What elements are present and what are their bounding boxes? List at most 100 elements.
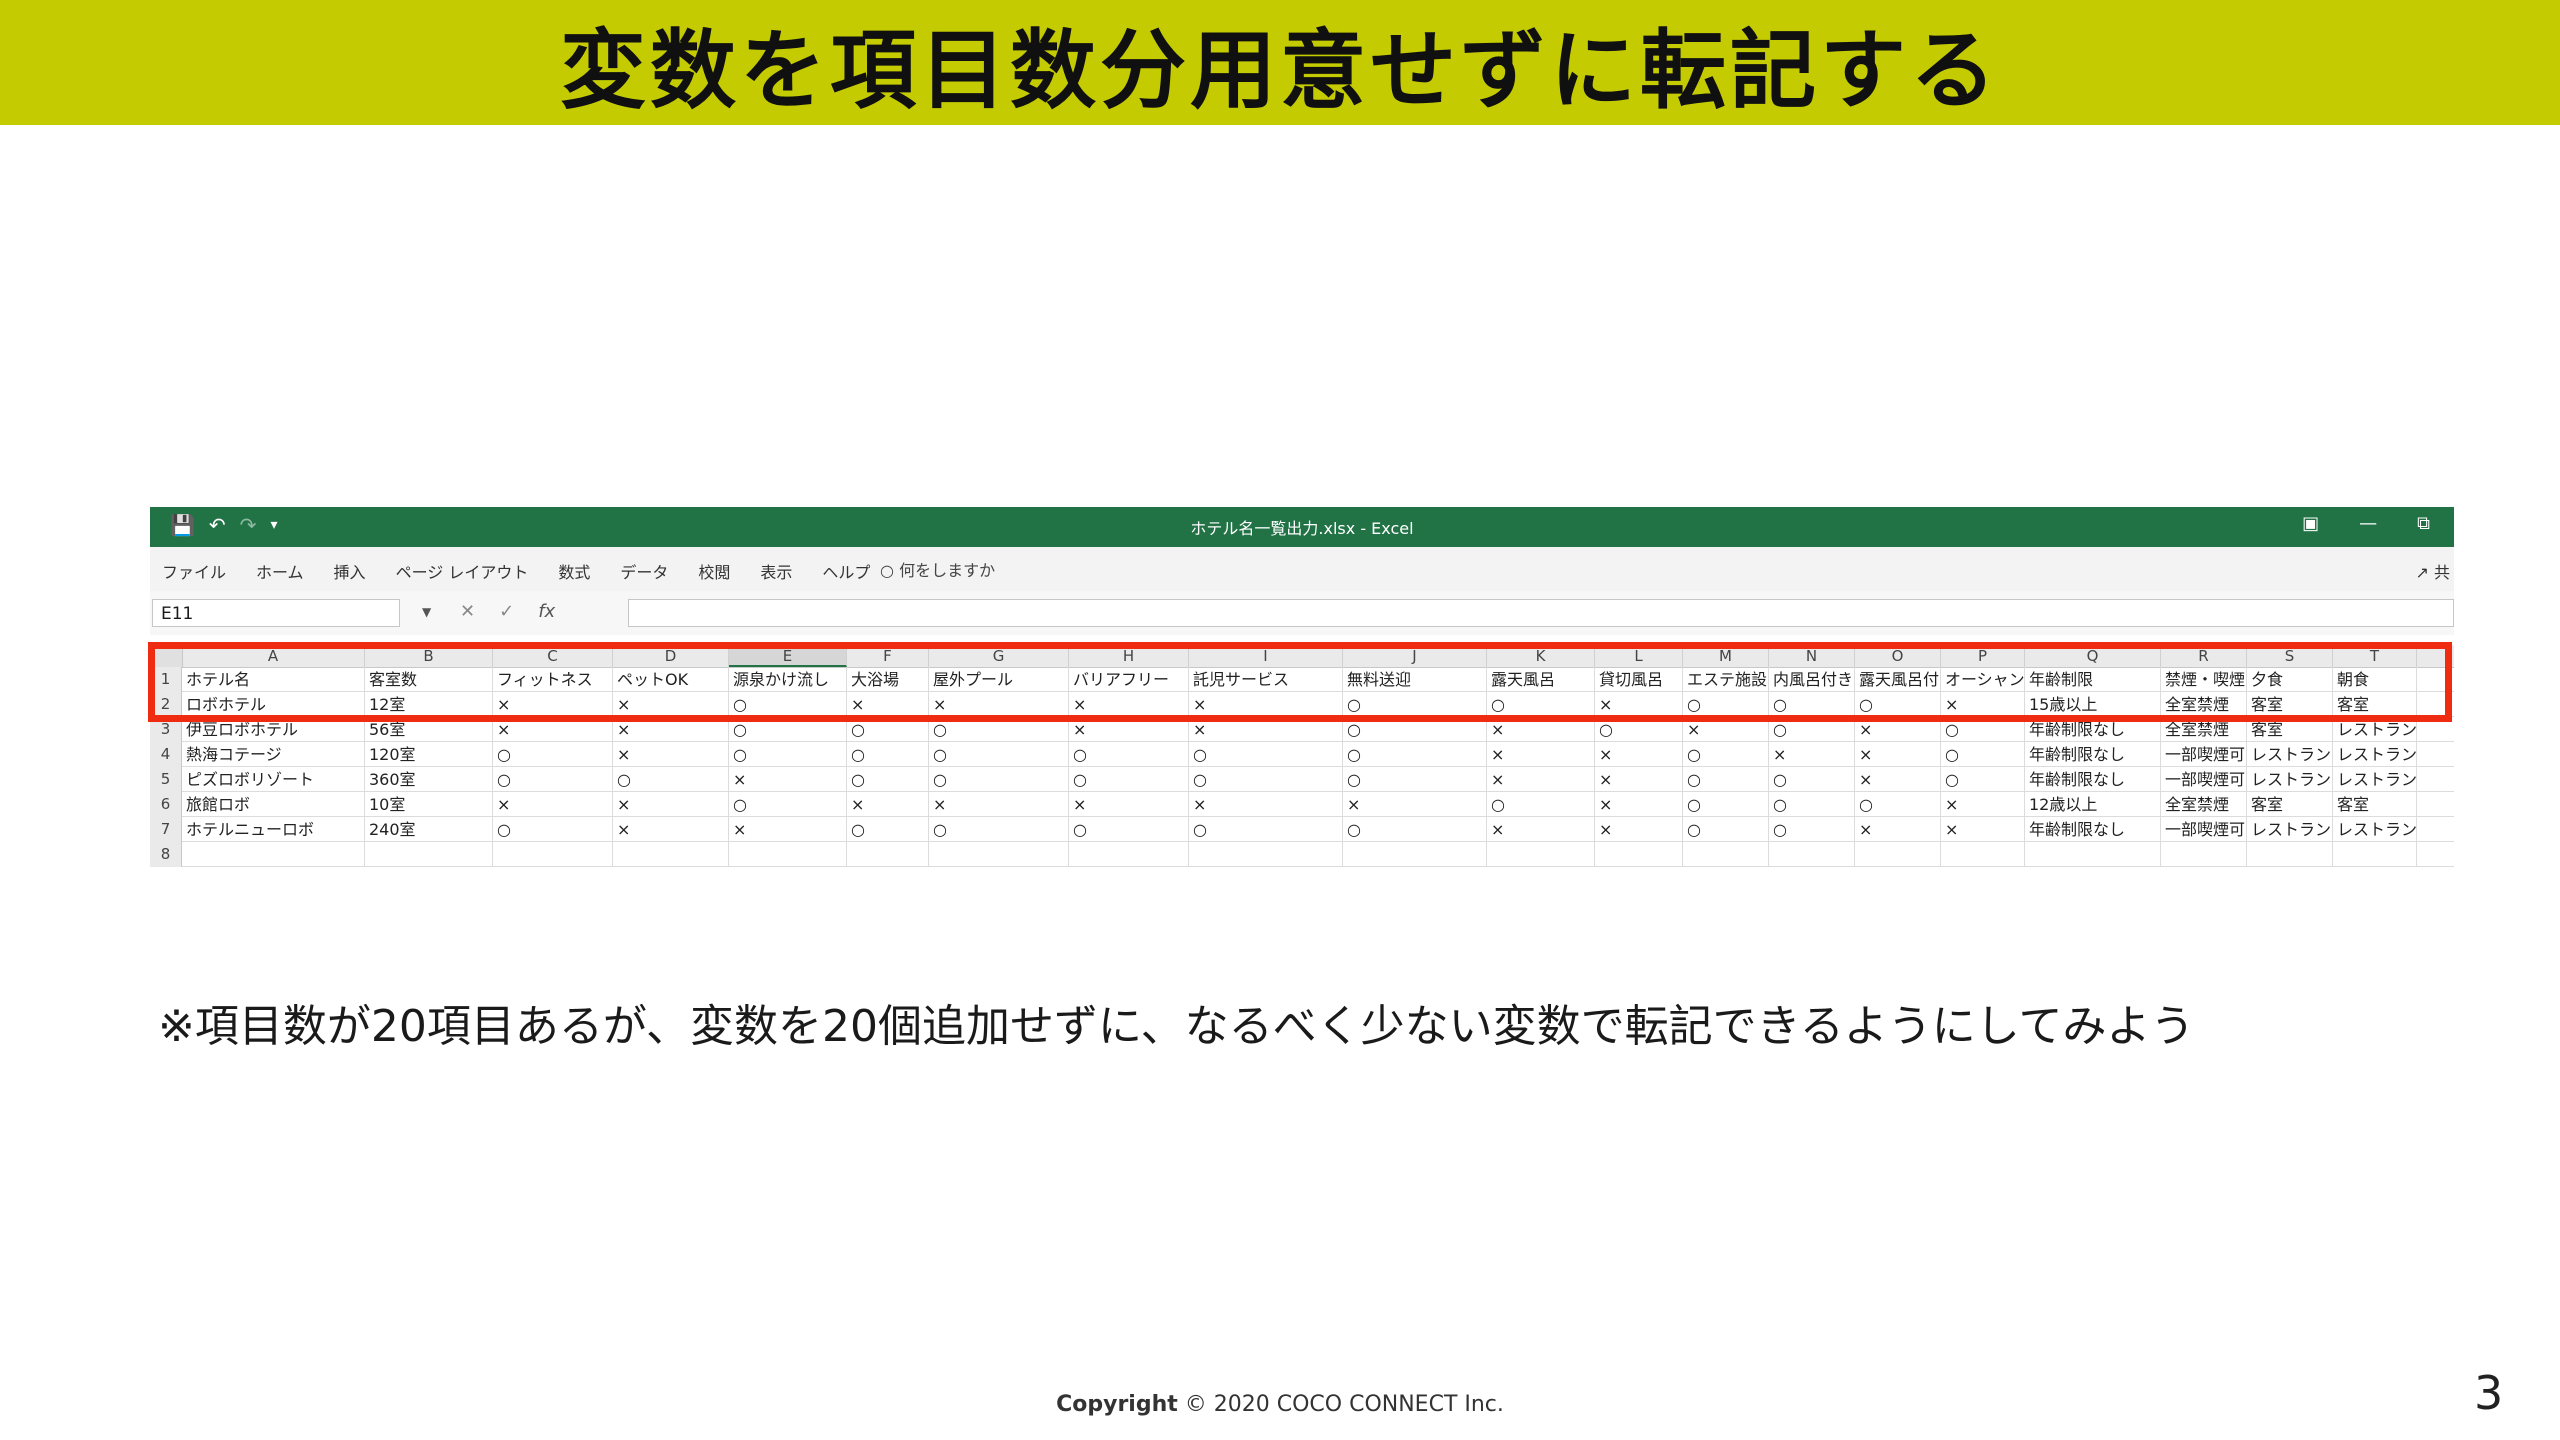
cell[interactable]: ○ — [847, 767, 929, 792]
row-number[interactable]: 5 — [150, 767, 182, 792]
ribbon-tab[interactable]: 挿入 — [334, 559, 366, 583]
cell[interactable]: 年齢制限なし — [2025, 742, 2161, 767]
cell[interactable]: ○ — [1683, 792, 1769, 817]
cell[interactable]: 一部喫煙可 — [2161, 742, 2247, 767]
cell[interactable] — [1595, 842, 1683, 867]
cell[interactable]: ○ — [1769, 817, 1855, 842]
ribbon-tab[interactable]: 表示 — [760, 559, 792, 583]
cell[interactable] — [2161, 842, 2247, 867]
cell[interactable] — [2247, 842, 2333, 867]
cell[interactable] — [1343, 842, 1487, 867]
cell[interactable]: ○ — [1343, 817, 1487, 842]
cell[interactable]: × — [1487, 742, 1595, 767]
ribbon-tab[interactable]: データ — [620, 559, 668, 583]
cell[interactable]: ○ — [1683, 817, 1769, 842]
cell[interactable] — [847, 842, 929, 867]
ribbon-tab[interactable]: ヘルプ — [822, 559, 870, 583]
cell[interactable]: ○ — [613, 767, 729, 792]
cell[interactable] — [1487, 842, 1595, 867]
cell[interactable]: 10室 — [365, 792, 493, 817]
ribbon-tab[interactable]: ホーム — [256, 559, 304, 583]
cell[interactable] — [613, 842, 729, 867]
cell[interactable] — [365, 842, 493, 867]
cell[interactable]: 熱海コテージ — [182, 742, 365, 767]
cell[interactable]: 12歳以上 — [2025, 792, 2161, 817]
cell[interactable] — [1069, 842, 1189, 867]
enter-icon[interactable]: ✓ — [499, 601, 514, 622]
name-box-dropdown-icon[interactable]: ▼ — [422, 605, 431, 619]
share-button[interactable]: ↗ 共 — [2415, 559, 2450, 583]
cell[interactable] — [929, 842, 1069, 867]
cell[interactable]: ○ — [1069, 742, 1189, 767]
cell[interactable] — [1941, 842, 2025, 867]
cell[interactable]: × — [1595, 792, 1683, 817]
cell[interactable]: × — [1487, 817, 1595, 842]
cell[interactable]: × — [613, 792, 729, 817]
cell[interactable]: × — [1595, 817, 1683, 842]
cell[interactable]: ○ — [1189, 767, 1343, 792]
cell[interactable]: ○ — [1487, 792, 1595, 817]
cell[interactable]: レストラン — [2247, 767, 2333, 792]
row-number[interactable]: 7 — [150, 817, 182, 842]
row-number[interactable]: 4 — [150, 742, 182, 767]
cell[interactable]: 360室 — [365, 767, 493, 792]
cell[interactable]: レストラン — [2247, 742, 2333, 767]
cancel-icon[interactable]: ✕ — [460, 601, 475, 622]
cell[interactable]: × — [613, 817, 729, 842]
cell[interactable]: ○ — [1343, 742, 1487, 767]
cell[interactable] — [1769, 842, 1855, 867]
cell[interactable]: 年齢制限なし — [2025, 767, 2161, 792]
cell[interactable] — [1189, 842, 1343, 867]
row-number[interactable]: 8 — [150, 842, 182, 867]
cell[interactable]: レストラン — [2333, 742, 2417, 767]
cell[interactable]: レストラン — [2247, 817, 2333, 842]
cell[interactable]: 客室 — [2333, 792, 2417, 817]
ribbon-tab[interactable]: 数式 — [558, 559, 590, 583]
ribbon-tab[interactable]: ファイル — [162, 559, 226, 583]
cell[interactable]: ○ — [929, 742, 1069, 767]
row-number[interactable]: 6 — [150, 792, 182, 817]
cell[interactable]: ○ — [1343, 767, 1487, 792]
cell[interactable]: × — [847, 792, 929, 817]
cell[interactable]: × — [1941, 792, 2025, 817]
cell[interactable]: ○ — [729, 792, 847, 817]
cell[interactable]: ○ — [847, 817, 929, 842]
cell[interactable]: 客室 — [2247, 792, 2333, 817]
cell[interactable]: × — [1595, 767, 1683, 792]
ribbon-tab[interactable]: 校閲 — [698, 559, 730, 583]
cell[interactable]: × — [613, 742, 729, 767]
cell[interactable] — [2333, 842, 2417, 867]
cell[interactable]: 年齢制限なし — [2025, 817, 2161, 842]
cell[interactable]: ○ — [1769, 792, 1855, 817]
cell[interactable]: × — [1189, 792, 1343, 817]
cell[interactable]: ○ — [929, 767, 1069, 792]
cell[interactable]: × — [493, 792, 613, 817]
cell[interactable]: ○ — [1069, 817, 1189, 842]
cell[interactable]: × — [1855, 767, 1941, 792]
cell[interactable]: × — [1069, 792, 1189, 817]
cell[interactable]: 一部喫煙可 — [2161, 817, 2247, 842]
cell[interactable]: ○ — [1941, 742, 2025, 767]
cell[interactable]: × — [929, 792, 1069, 817]
cell[interactable]: 120室 — [365, 742, 493, 767]
cell[interactable] — [729, 842, 847, 867]
minimize-icon[interactable]: — — [2359, 513, 2377, 534]
ribbon-tab[interactable]: ページ レイアウト — [396, 559, 529, 583]
cell[interactable]: 一部喫煙可 — [2161, 767, 2247, 792]
cell[interactable] — [493, 842, 613, 867]
cell[interactable]: ○ — [493, 767, 613, 792]
cell[interactable]: ○ — [1683, 742, 1769, 767]
cell[interactable]: ○ — [1769, 767, 1855, 792]
ribbon-display-icon[interactable]: ▣ — [2302, 513, 2319, 534]
cell[interactable]: ○ — [493, 817, 613, 842]
cell[interactable]: ○ — [1189, 742, 1343, 767]
tell-me-box[interactable]: ○ 何をしますか — [880, 557, 995, 581]
cell[interactable]: ○ — [847, 742, 929, 767]
cell[interactable]: × — [729, 767, 847, 792]
cell[interactable]: × — [1487, 767, 1595, 792]
cell[interactable]: ○ — [1189, 817, 1343, 842]
cell[interactable]: レストラン — [2333, 767, 2417, 792]
cell[interactable]: ○ — [929, 817, 1069, 842]
formula-input[interactable] — [628, 599, 2454, 627]
cell[interactable] — [1855, 842, 1941, 867]
